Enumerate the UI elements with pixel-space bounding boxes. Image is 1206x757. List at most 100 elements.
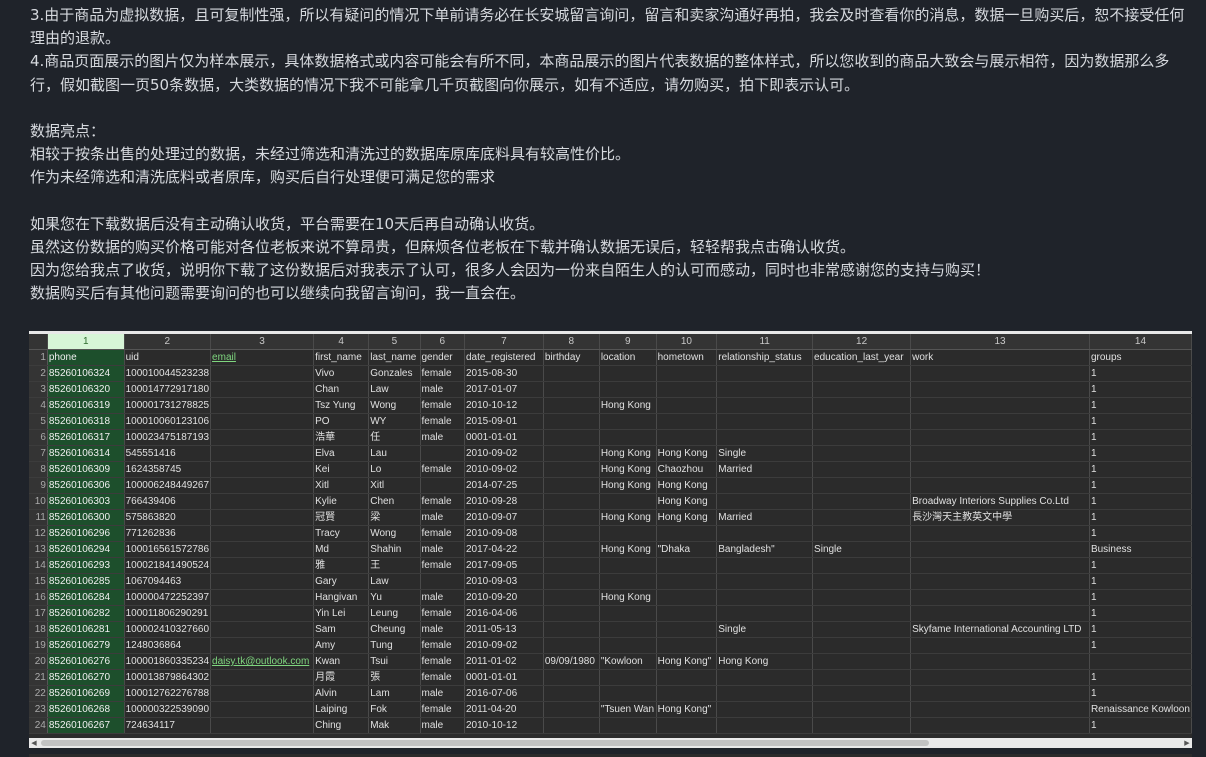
table-cell[interactable]: Hong Kong — [656, 445, 718, 462]
table-cell[interactable] — [420, 477, 465, 494]
table-cell[interactable] — [210, 621, 315, 638]
table-cell[interactable] — [812, 685, 912, 702]
table-cell[interactable]: female — [420, 397, 465, 414]
row-number[interactable]: 15 — [29, 573, 48, 590]
row-number[interactable]: 17 — [29, 605, 48, 622]
table-cell[interactable] — [599, 685, 657, 702]
table-cell[interactable]: Single — [716, 621, 814, 638]
table-cell[interactable]: 85260106317 — [47, 429, 125, 446]
table-cell[interactable] — [599, 573, 657, 590]
table-cell[interactable]: 長沙灣天主教英文中學 — [910, 509, 1090, 526]
table-cell[interactable] — [656, 557, 718, 574]
table-cell[interactable] — [543, 445, 600, 462]
table-cell[interactable]: 2010-10-12 — [464, 397, 544, 414]
table-cell[interactable]: 85260106268 — [47, 701, 125, 718]
table-cell[interactable]: work — [910, 349, 1090, 366]
table-cell[interactable]: 766439406 — [124, 493, 212, 510]
table-cell[interactable]: male — [420, 717, 465, 734]
table-cell[interactable] — [812, 397, 912, 414]
table-cell[interactable] — [543, 365, 600, 382]
table-cell[interactable] — [910, 701, 1090, 718]
table-cell[interactable]: Married — [716, 461, 814, 478]
horizontal-scrollbar[interactable]: ◀ ▶ — [29, 738, 1192, 748]
table-cell[interactable]: 85260106296 — [47, 525, 125, 542]
table-cell[interactable]: 2010-09-07 — [464, 509, 544, 526]
table-cell[interactable] — [812, 621, 912, 638]
table-cell[interactable] — [812, 605, 912, 622]
table-cell[interactable]: 100002410327660 — [124, 621, 212, 638]
table-cell[interactable]: 85260106269 — [47, 685, 125, 702]
table-cell[interactable]: Broadway Interiors Supplies Co.Ltd — [910, 493, 1090, 510]
table-cell[interactable] — [543, 509, 600, 526]
table-cell[interactable] — [910, 461, 1090, 478]
table-cell[interactable]: female — [420, 493, 465, 510]
table-cell[interactable] — [420, 573, 465, 590]
table-cell[interactable]: male — [420, 541, 465, 558]
table-cell[interactable]: 2015-08-30 — [464, 365, 544, 382]
table-cell[interactable]: Skyfame International Accounting LTD — [910, 621, 1090, 638]
table-cell[interactable] — [599, 381, 657, 398]
table-cell[interactable] — [656, 621, 718, 638]
table-cell[interactable]: 85260106319 — [47, 397, 125, 414]
table-cell[interactable]: WY — [368, 413, 421, 430]
table-cell[interactable] — [716, 413, 814, 430]
table-cell[interactable]: 85260106270 — [47, 669, 125, 686]
table-cell[interactable]: 1 — [1089, 461, 1192, 478]
table-cell[interactable]: 1 — [1089, 381, 1192, 398]
table-cell[interactable]: "Dhaka — [656, 541, 718, 558]
table-cell[interactable] — [910, 445, 1090, 462]
table-cell[interactable]: Yin Lei — [313, 605, 370, 622]
table-cell[interactable]: 1248036864 — [124, 637, 212, 654]
table-cell[interactable]: 2010-09-02 — [464, 445, 544, 462]
table-cell[interactable]: 85260106294 — [47, 541, 125, 558]
table-cell[interactable] — [599, 429, 657, 446]
table-cell[interactable]: female — [420, 701, 465, 718]
table-cell[interactable]: 85260106293 — [47, 557, 125, 574]
table-cell[interactable]: Lo — [368, 461, 421, 478]
table-cell[interactable] — [210, 445, 315, 462]
table-cell[interactable]: Shahin — [368, 541, 421, 558]
table-cell[interactable] — [910, 637, 1090, 654]
row-number[interactable]: 6 — [29, 429, 48, 446]
table-cell[interactable]: 100021841490524 — [124, 557, 212, 574]
table-cell[interactable]: Leung — [368, 605, 421, 622]
table-cell[interactable] — [210, 381, 315, 398]
table-cell[interactable]: Law — [368, 381, 421, 398]
table-cell[interactable]: Cheung — [368, 621, 421, 638]
table-cell[interactable]: 85260106309 — [47, 461, 125, 478]
table-cell[interactable]: female — [420, 653, 465, 670]
column-number-header[interactable]: 10 — [656, 334, 718, 350]
row-number[interactable]: 7 — [29, 445, 48, 462]
table-cell[interactable] — [812, 637, 912, 654]
sheet-corner[interactable] — [29, 334, 48, 350]
table-cell[interactable]: Vivo — [313, 365, 370, 382]
table-cell[interactable]: hometown — [656, 349, 718, 366]
column-number-header[interactable]: 14 — [1089, 334, 1192, 350]
table-cell[interactable]: Ching — [313, 717, 370, 734]
table-cell[interactable]: Gary — [313, 573, 370, 590]
table-cell[interactable] — [910, 413, 1090, 430]
table-cell[interactable]: 85260106318 — [47, 413, 125, 430]
table-cell[interactable]: 100000322539090 — [124, 701, 212, 718]
table-cell[interactable]: relationship_status — [716, 349, 814, 366]
table-cell[interactable]: 100006248449267 — [124, 477, 212, 494]
table-cell[interactable] — [812, 589, 912, 606]
table-cell[interactable]: 85260106324 — [47, 365, 125, 382]
table-cell[interactable]: Tung — [368, 637, 421, 654]
row-number[interactable]: 21 — [29, 669, 48, 686]
table-cell[interactable]: 2010-09-20 — [464, 589, 544, 606]
table-cell[interactable] — [210, 669, 315, 686]
table-cell[interactable]: 85260106279 — [47, 637, 125, 654]
table-cell[interactable]: Single — [716, 445, 814, 462]
table-cell[interactable]: 545551416 — [124, 445, 212, 462]
table-cell[interactable]: Wong — [368, 525, 421, 542]
table-cell[interactable] — [543, 637, 600, 654]
table-cell[interactable]: Chan — [313, 381, 370, 398]
table-cell[interactable]: female — [420, 669, 465, 686]
table-cell[interactable] — [716, 637, 814, 654]
table-cell[interactable]: 月霞 — [313, 669, 370, 686]
table-cell[interactable]: 冠賢 — [313, 509, 370, 526]
table-cell[interactable]: Yu — [368, 589, 421, 606]
table-cell[interactable]: 2011-01-02 — [464, 653, 544, 670]
table-cell[interactable]: 100012762276788 — [124, 685, 212, 702]
